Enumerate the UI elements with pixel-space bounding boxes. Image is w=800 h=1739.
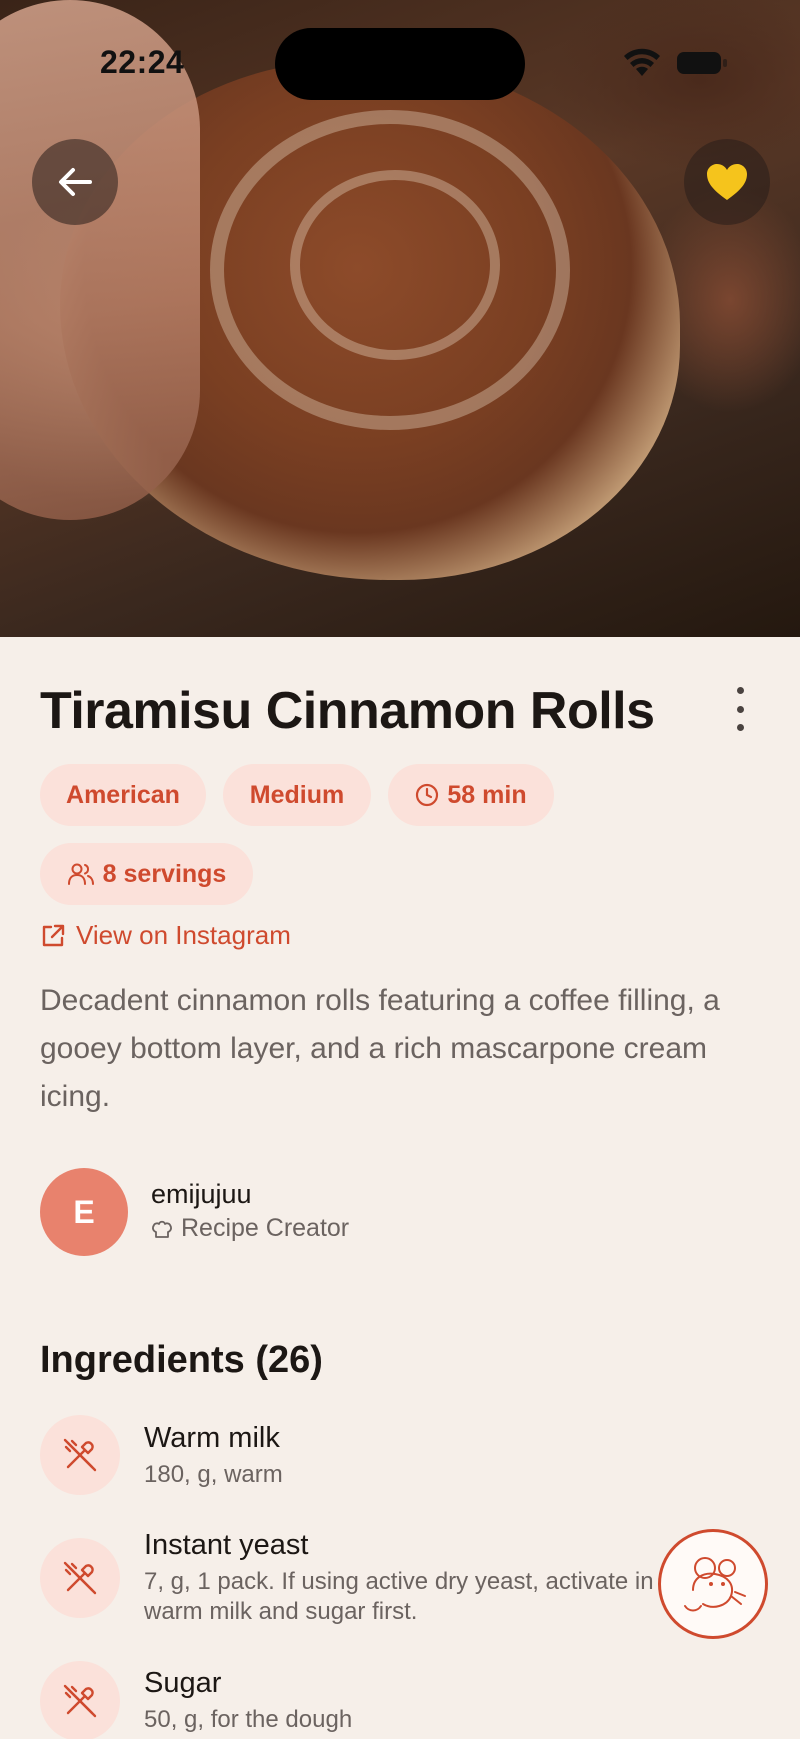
back-button[interactable] — [32, 139, 118, 225]
ingredient-detail: 50, g, for the dough — [144, 1706, 353, 1733]
chef-hat-icon — [152, 1220, 172, 1238]
wifi-icon — [624, 48, 660, 76]
more-dot-icon — [736, 724, 744, 731]
difficulty-chip[interactable]: Medium — [223, 764, 371, 826]
instagram-link-label: View on Instagram — [76, 920, 291, 950]
arrow-left-icon — [59, 168, 92, 196]
favorite-button[interactable] — [684, 139, 770, 225]
servings-label: 8 servings — [102, 859, 227, 888]
mouse-chef-icon — [684, 1557, 746, 1612]
battery-icon — [677, 52, 727, 74]
fork-knife-crossed-icon — [63, 1561, 97, 1595]
creator-avatar[interactable]: E — [40, 1168, 128, 1256]
time-label: 58 min — [447, 780, 527, 809]
creator-name[interactable]: emijujuu — [151, 1179, 252, 1210]
fork-knife-crossed-icon — [63, 1684, 97, 1718]
ingredient-name: Sugar — [144, 1667, 222, 1699]
ingredient-detail: 7, g, 1 pack. If using active dry yeast,… — [144, 1568, 654, 1625]
instagram-link[interactable]: View on Instagram — [40, 920, 291, 951]
ingredients-heading: Ingredients (26) — [40, 1339, 323, 1381]
external-link-icon — [42, 924, 65, 946]
ingredient-icon — [40, 1415, 120, 1495]
recipe-description: Decadent cinnamon rolls featuring a coff… — [40, 984, 720, 1113]
ingredient-icon — [40, 1661, 120, 1739]
clock-icon — [416, 783, 439, 807]
assistant-mouse-button[interactable] — [658, 1529, 768, 1639]
status-time: 22:24 — [100, 44, 185, 80]
cuisine-chip[interactable]: American — [40, 764, 206, 826]
creator-role-label: Recipe Creator — [181, 1214, 350, 1242]
ingredient-detail: 180, g, warm — [144, 1461, 283, 1488]
difficulty-label: Medium — [249, 780, 345, 809]
recipe-title: Tiramisu Cinnamon Rolls — [40, 682, 655, 740]
ingredient-name: Warm milk — [144, 1422, 280, 1454]
people-icon — [67, 863, 94, 885]
more-dot-icon — [736, 705, 744, 713]
dynamic-island — [275, 28, 525, 100]
more-options-button[interactable] — [722, 687, 758, 731]
time-chip[interactable]: 58 min — [388, 764, 554, 826]
ingredient-name: Instant yeast — [144, 1529, 309, 1561]
servings-chip[interactable]: 8 servings — [40, 843, 253, 905]
heart-icon — [707, 164, 747, 200]
bun-swirl-decoration — [290, 170, 500, 360]
more-dot-icon — [736, 687, 744, 694]
ingredient-icon — [40, 1538, 120, 1618]
cuisine-label: American — [66, 780, 180, 809]
fork-knife-crossed-icon — [63, 1438, 97, 1472]
creator-role: Recipe Creator — [151, 1214, 349, 1243]
